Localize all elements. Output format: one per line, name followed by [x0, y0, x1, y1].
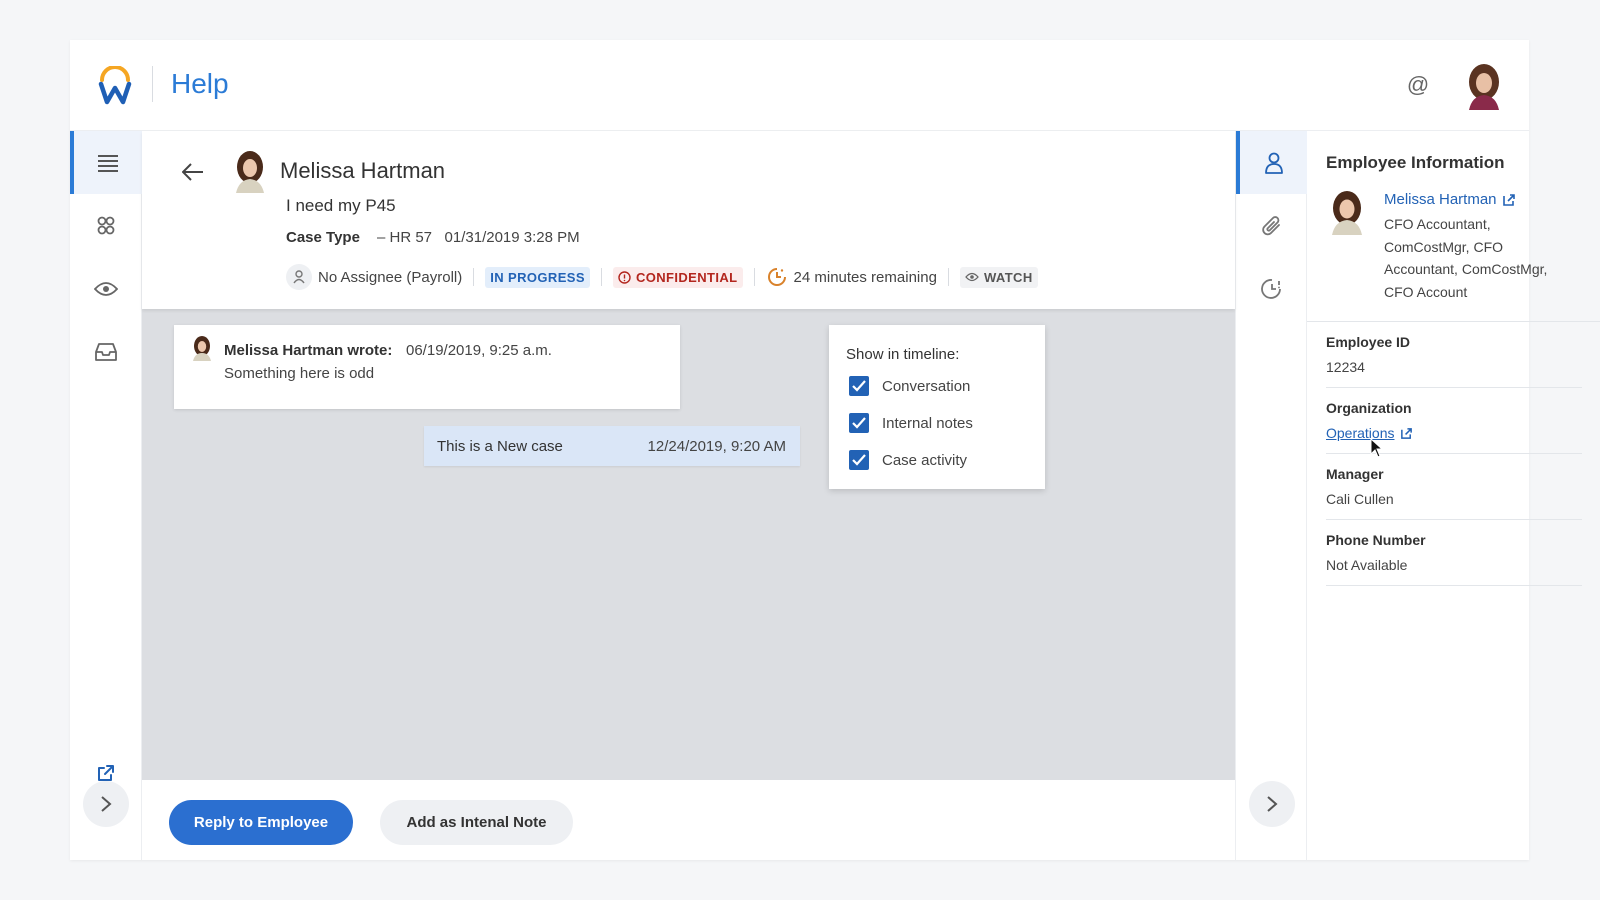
open-external-icon	[1401, 427, 1413, 439]
filter-title: Show in timeline:	[846, 346, 960, 363]
case-type-value: – HR 57 01/31/2019 3:28 PM	[377, 229, 580, 246]
employee-info-panel: Employee Information Melissa Hartman CFO…	[1307, 131, 1600, 860]
status-badge: IN PROGRESS	[485, 266, 590, 288]
mention-icon[interactable]: @	[1403, 70, 1433, 100]
reply-to-employee-button[interactable]: Reply to Employee	[169, 800, 353, 845]
filter-case-activity[interactable]: Case activity	[849, 449, 967, 471]
field-value: 12234	[1326, 359, 1365, 375]
timer-text: 24 minutes remaining	[793, 268, 937, 286]
activity-text: This is a New case	[437, 438, 563, 455]
check-icon	[852, 454, 866, 466]
watch-label: WATCH	[983, 269, 1033, 285]
check-icon	[852, 417, 866, 429]
message-avatar	[190, 335, 214, 361]
field-value[interactable]: Operations	[1326, 425, 1394, 441]
paperclip-icon[interactable]	[1236, 194, 1308, 257]
assignee-text[interactable]: No Assignee (Payroll)	[318, 269, 462, 286]
right-tool-rail	[1235, 131, 1308, 860]
status-divider	[600, 268, 602, 286]
field-employee-id: Employee ID 12234	[1326, 322, 1582, 388]
history-icon[interactable]	[1236, 257, 1308, 320]
left-nav-rail	[70, 131, 142, 860]
field-value: Cali Cullen	[1326, 491, 1394, 507]
filter-internal-notes[interactable]: Internal notes	[849, 412, 973, 434]
case-type-label: Case Type	[286, 229, 360, 246]
checkbox-checked[interactable]	[849, 450, 869, 470]
user-avatar[interactable]	[1462, 62, 1506, 110]
field-label: Organization	[1326, 400, 1412, 416]
arrow-left-icon	[182, 163, 203, 181]
eye-icon	[965, 272, 979, 282]
timeline-filter-popup: Show in timeline: Conversation Internal …	[829, 325, 1045, 489]
watch-button[interactable]: WATCH	[959, 266, 1038, 288]
field-value: Not Available	[1326, 557, 1408, 573]
filter-label: Internal notes	[882, 414, 973, 432]
confidential-badge: CONFIDENTIAL	[612, 266, 743, 288]
header-divider	[152, 66, 153, 102]
checkbox-checked[interactable]	[849, 376, 869, 396]
case-main: Melissa Hartman I need my P45 Case Type …	[142, 131, 1235, 860]
message-author: Melissa Hartman wrote:	[224, 342, 393, 359]
case-activity-item[interactable]: This is a New case 12/24/2019, 9:20 AM	[424, 426, 800, 466]
filter-conversation[interactable]: Conversation	[849, 375, 970, 397]
inbox-icon[interactable]	[70, 320, 142, 383]
field-organization: Organization Operations	[1326, 388, 1582, 454]
case-avatar	[230, 149, 270, 193]
assignee-icon	[286, 264, 312, 290]
app-title: Help	[171, 68, 229, 99]
expand-left-button[interactable]	[83, 781, 129, 827]
timeline-area[interactable]: Melissa Hartman wrote: 06/19/2019, 9:25 …	[142, 309, 1235, 780]
menu-icon[interactable]	[70, 131, 142, 194]
back-button[interactable]	[178, 157, 208, 187]
checkbox-checked[interactable]	[849, 413, 869, 433]
case-employee-name: Melissa Hartman	[280, 158, 446, 183]
people-icon[interactable]	[70, 194, 142, 257]
eye-icon[interactable]	[70, 257, 142, 320]
message-time: 06/19/2019, 9:25 a.m.	[406, 342, 552, 359]
app-window: Help @ Melissa Hartman I need my P45 Cas…	[70, 40, 1600, 860]
employee-name-link[interactable]: Melissa Hartman	[1384, 191, 1516, 208]
employee-name[interactable]: Melissa Hartman	[1384, 191, 1497, 208]
workday-logo[interactable]	[98, 65, 132, 106]
message-card[interactable]: Melissa Hartman wrote: 06/19/2019, 9:25 …	[174, 325, 680, 409]
status-divider	[473, 268, 475, 286]
case-subject: I need my P45	[286, 196, 396, 215]
case-status-row: No Assignee (Payroll) IN PROGRESS CONFID…	[286, 263, 1038, 291]
field-phone-number: Phone Number Not Available	[1326, 520, 1582, 586]
status-divider	[947, 268, 949, 286]
chevron-right-icon	[1267, 796, 1278, 812]
person-icon[interactable]	[1236, 131, 1308, 194]
panel-title: Employee Information	[1326, 153, 1505, 172]
filter-label: Conversation	[882, 377, 971, 395]
case-header: Melissa Hartman I need my P45 Case Type …	[142, 131, 1235, 309]
field-label: Phone Number	[1326, 532, 1426, 548]
mouse-cursor-icon	[1370, 438, 1384, 458]
filter-label: Case activity	[882, 451, 968, 469]
activity-time: 12/24/2019, 9:20 AM	[647, 438, 786, 455]
field-manager: Manager Cali Cullen	[1326, 454, 1582, 520]
action-footer: Reply to Employee Add as Intenal Note	[142, 780, 1235, 860]
message-body: Something here is odd	[224, 365, 375, 382]
top-bar: Help @	[70, 40, 1529, 131]
employee-role: CFO Accountant, ComCostMgr, CFO Accounta…	[1384, 216, 1548, 300]
check-icon	[852, 380, 866, 392]
add-internal-note-button[interactable]: Add as Intenal Note	[380, 800, 573, 845]
field-label: Employee ID	[1326, 334, 1411, 350]
chevron-right-icon	[101, 796, 112, 812]
field-label: Manager	[1326, 466, 1384, 482]
status-divider	[753, 268, 755, 286]
alert-circle-icon	[618, 270, 631, 284]
employee-avatar	[1326, 189, 1368, 235]
open-external-icon	[1502, 193, 1515, 206]
timer-icon	[767, 268, 786, 286]
expand-right-button[interactable]	[1249, 781, 1295, 827]
confidential-label: CONFIDENTIAL	[635, 269, 738, 285]
